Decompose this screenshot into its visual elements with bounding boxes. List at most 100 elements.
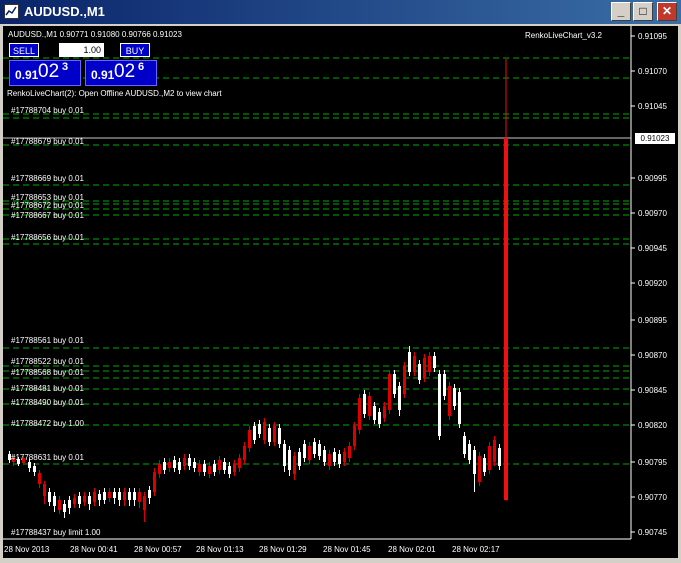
price-chart[interactable] [3, 26, 678, 558]
candle-body [393, 374, 396, 394]
candle-body [288, 450, 291, 470]
candle-body [33, 466, 36, 472]
price-tick-label: 0.90845 [638, 386, 667, 395]
price-tick-label: 0.91045 [638, 102, 667, 111]
bid-quote[interactable]: 0.91 02 3 [9, 60, 81, 86]
time-tick-label: 28 Nov 01:29 [259, 545, 307, 554]
candle-body [138, 492, 141, 502]
window-title: AUDUSD.,M1 [24, 4, 105, 19]
one-click-trade-panel: SELL 1.00 BUY 0.91 02 3 0.91 02 6 [9, 43, 157, 87]
candle-body [63, 504, 66, 512]
close-button[interactable]: ✕ [657, 2, 677, 21]
candle-body [418, 364, 421, 380]
candle-body [243, 446, 246, 460]
bid-big-figure: 0.91 [15, 68, 39, 82]
chart-area[interactable]: AUDUSD.,M1 0.90771 0.91080 0.90766 0.910… [3, 26, 678, 558]
candle-body [493, 440, 496, 462]
order-label: #17788667 buy 0.01 [11, 211, 84, 220]
ask-big-figure: 0.91 [91, 68, 115, 82]
candle-body [368, 396, 371, 416]
candle-body [373, 406, 376, 420]
candle-body [213, 464, 216, 472]
candle-body [168, 462, 171, 468]
candle-body [278, 428, 281, 444]
candle-body [318, 444, 321, 456]
candle-body [283, 444, 286, 466]
candle-body [448, 386, 451, 416]
candle-body [48, 492, 51, 502]
candle-body [428, 356, 431, 372]
buy-button[interactable]: BUY [120, 43, 150, 57]
candle-body [488, 446, 491, 470]
price-tick-label: 0.90895 [638, 316, 667, 325]
candle-body [248, 430, 251, 448]
terminal-window: AUDUSD.,M1 _ □ ✕ AUDUSD.,M1 0.90771 0.91… [0, 0, 681, 563]
candle-body [103, 492, 106, 500]
order-label: #17788568 buy 0.01 [11, 368, 84, 377]
time-tick-label: 28 Nov 00:57 [134, 545, 182, 554]
order-label: #17788522 buy 0.01 [11, 357, 84, 366]
price-tick-label: 0.90770 [638, 493, 667, 502]
candle-body [218, 460, 221, 470]
candle-body [468, 444, 471, 460]
candle-body [383, 406, 386, 418]
symbol-info: AUDUSD.,M1 0.90771 0.91080 0.90766 0.910… [8, 30, 182, 39]
sell-button[interactable]: SELL [9, 43, 39, 57]
candle-body [363, 394, 366, 414]
candle-body [88, 496, 91, 504]
candle-body [113, 492, 116, 498]
candle-body [68, 500, 71, 508]
candle-body [378, 412, 381, 424]
price-tick-label: 0.90745 [638, 528, 667, 537]
candle-body [343, 452, 346, 462]
minimize-button[interactable]: _ [611, 2, 631, 21]
candle-body [483, 458, 486, 472]
candle-body [298, 452, 301, 466]
candle-body [38, 473, 41, 484]
candle-body [163, 462, 166, 470]
candle-body [328, 454, 331, 466]
title-bar[interactable]: AUDUSD.,M1 _ □ ✕ [0, 0, 681, 24]
candle-body [413, 356, 416, 372]
candle-body [128, 492, 131, 500]
price-tick-label: 0.90995 [638, 174, 667, 183]
candle-body [398, 386, 401, 410]
candle-body [478, 456, 481, 482]
order-label: #17788669 buy 0.01 [11, 174, 84, 183]
candle-body [228, 466, 231, 474]
candle-body [463, 436, 466, 454]
order-label: #17788437 buy limit 1.00 [11, 528, 101, 537]
candle-body [173, 460, 176, 468]
candle-body [233, 464, 236, 472]
candle-body [303, 444, 306, 458]
candle-body [108, 492, 111, 498]
candle-body [263, 422, 266, 440]
order-label: #17788679 buy 0.01 [11, 137, 84, 146]
candle-body [98, 494, 101, 500]
candle-body [208, 466, 211, 474]
time-tick-label: 28 Nov 01:45 [323, 545, 371, 554]
candle-body [143, 496, 146, 510]
bid-pips: 02 [38, 61, 60, 82]
candle-body [268, 428, 271, 442]
candle-body [388, 374, 391, 410]
order-label: #17788656 buy 0.01 [11, 233, 84, 242]
candle-body [73, 498, 76, 504]
lot-size-input[interactable]: 1.00 [59, 43, 104, 57]
candle-body [273, 426, 276, 442]
candle-body [123, 492, 126, 500]
indicator-message: RenkoLiveChart(2): Open Offline AUDUSD.,… [7, 89, 222, 98]
candle-body [133, 492, 136, 500]
candle-body [403, 366, 406, 394]
candle-body [408, 352, 411, 372]
time-tick-label: 28 Nov 2013 [4, 545, 50, 554]
candle-body [504, 138, 508, 500]
price-tick-label: 0.90970 [638, 209, 667, 218]
maximize-button[interactable]: □ [633, 2, 653, 21]
candle-body [313, 442, 316, 454]
candle-body [348, 446, 351, 458]
chart-window-icon [4, 4, 19, 19]
order-label: #17788561 buy 0.01 [11, 336, 84, 345]
ask-quote[interactable]: 0.91 02 6 [85, 60, 157, 86]
candle-body [58, 500, 61, 510]
